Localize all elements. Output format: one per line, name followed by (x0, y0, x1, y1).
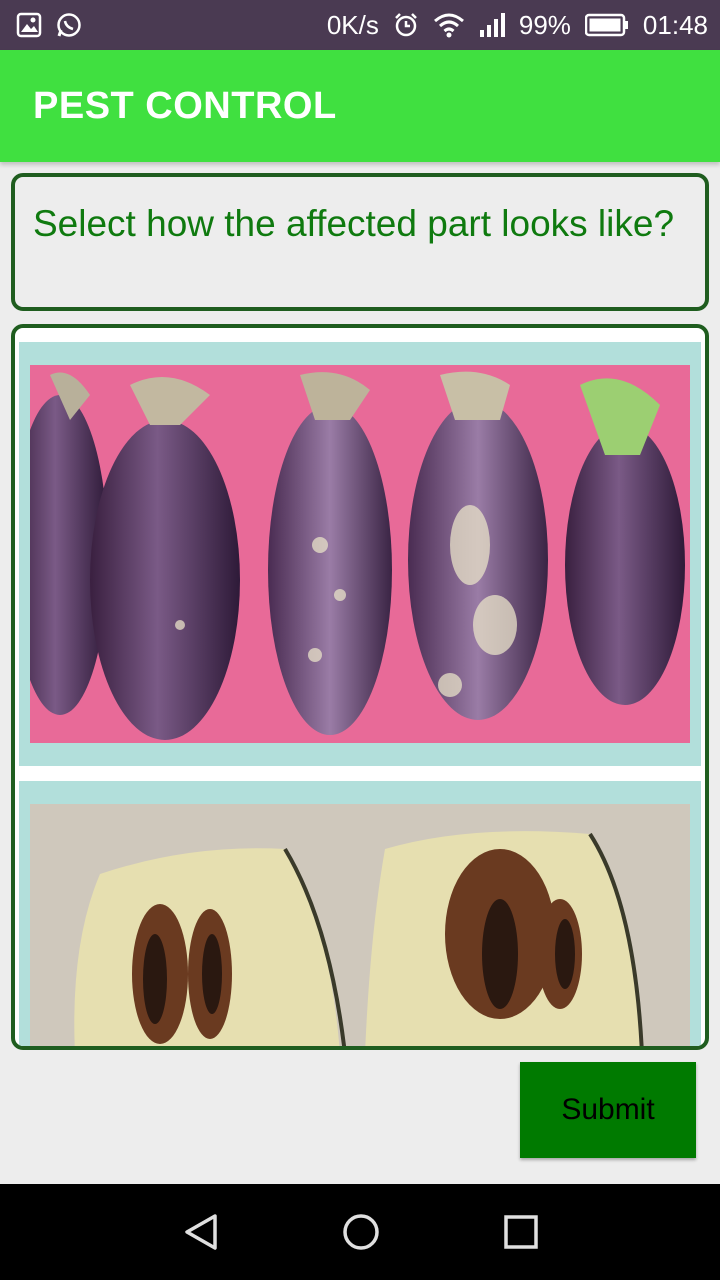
back-icon[interactable] (171, 1202, 231, 1262)
battery-percent: 99% (518, 10, 571, 40)
battery-icon (584, 12, 629, 38)
alarm-icon (393, 12, 419, 38)
recents-icon[interactable] (491, 1202, 551, 1262)
gallery-icon (16, 12, 42, 38)
clock: 01:48 (642, 10, 708, 40)
signal-icon (479, 12, 505, 38)
options-list[interactable] (11, 324, 709, 1050)
whatsapp-icon (56, 12, 82, 38)
app-bar: PEST CONTROL (0, 50, 720, 162)
home-icon[interactable] (331, 1202, 391, 1262)
option-item[interactable] (19, 781, 701, 1046)
app-title: PEST CONTROL (33, 84, 337, 127)
brinjal-bored-inside-image[interactable] (30, 804, 690, 1046)
option-item[interactable] (19, 342, 701, 766)
wifi-icon (433, 12, 465, 38)
submit-button[interactable]: Submit (520, 1062, 696, 1158)
question-text: Select how the affected part looks like? (33, 203, 675, 244)
status-bar: 0K/s 99% 01:48 (0, 0, 720, 50)
network-speed: 0K/s (326, 10, 379, 40)
question-card: Select how the affected part looks like? (11, 173, 709, 311)
navigation-bar (0, 1184, 720, 1280)
brinjal-damaged-skin-image[interactable] (30, 365, 690, 743)
